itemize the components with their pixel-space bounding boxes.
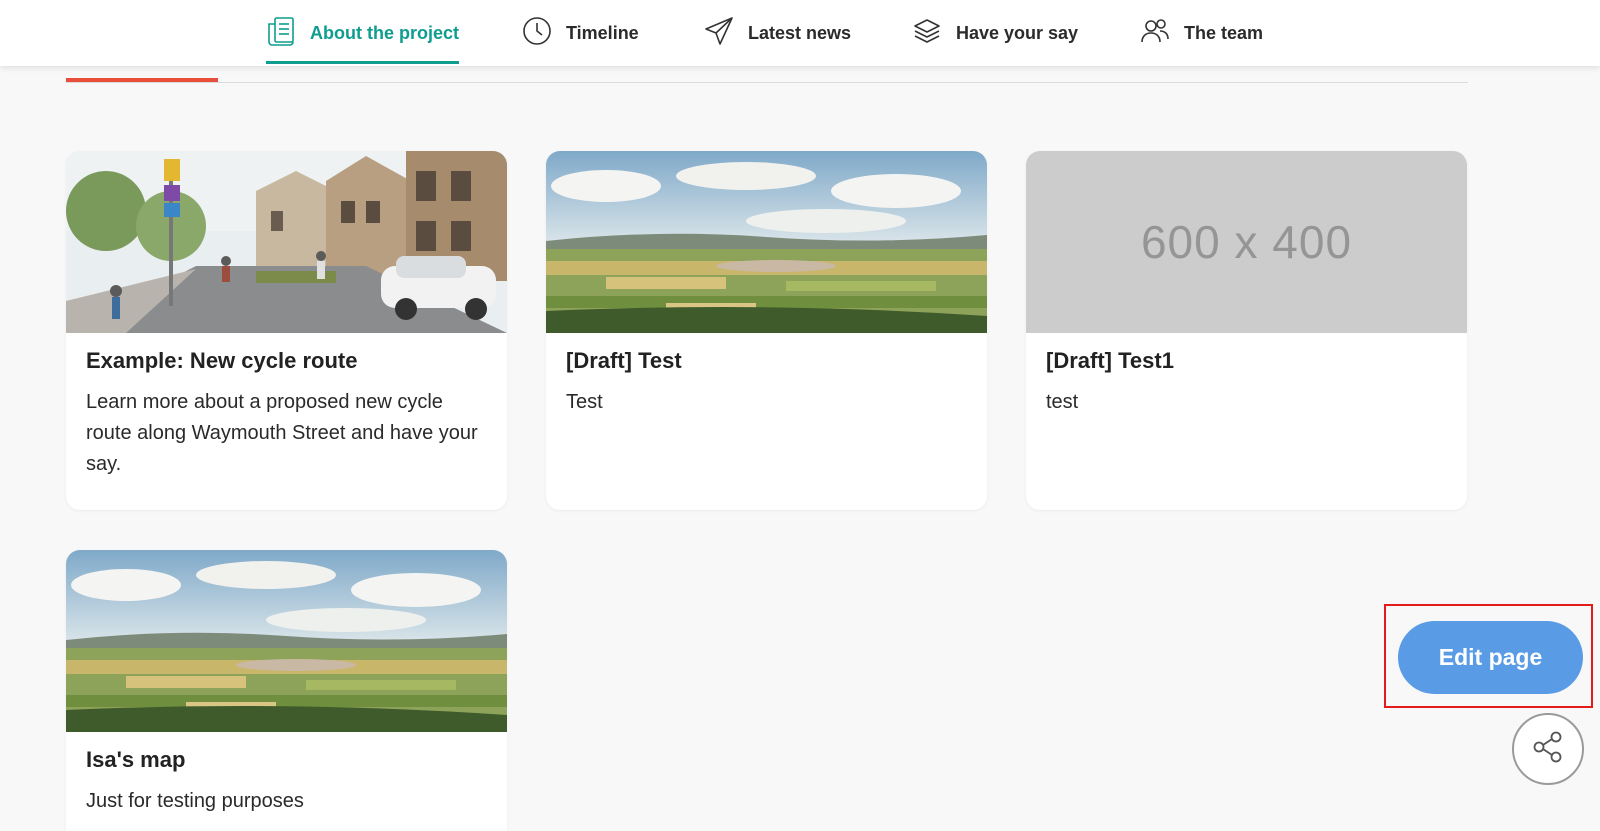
paper-plane-icon — [704, 16, 734, 51]
share-button[interactable] — [1512, 713, 1584, 785]
nav-tab-label: The team — [1184, 22, 1264, 43]
nav-tab-timeline[interactable]: Timeline — [522, 0, 639, 66]
nav-tab-label: About the project — [310, 22, 459, 43]
nav-tab-the-team[interactable]: The team — [1140, 0, 1263, 66]
subtab-active-indicator[interactable] — [66, 78, 218, 82]
landscape-fields-image — [546, 151, 987, 333]
card-description: test — [1046, 391, 1079, 413]
share-icon — [1531, 730, 1565, 769]
street-cycle-route-image — [66, 151, 507, 333]
top-navigation: About the project Timeline Latest news H… — [0, 0, 1600, 66]
project-card-isas-map[interactable]: Isa's map Just for testing purposes — [66, 550, 507, 831]
project-card-cycle-route[interactable]: Example: New cycle route Learn more abou… — [66, 151, 507, 510]
card-description: Learn more about a proposed new cycle ro… — [86, 391, 478, 475]
card-description: Just for testing purposes — [86, 790, 304, 812]
nav-tab-label: Timeline — [566, 22, 639, 43]
card-description: Test — [566, 391, 603, 413]
nav-tab-label: Have your say — [956, 22, 1079, 43]
project-card-draft-test1[interactable]: 600 x 400 [Draft] Test1 test — [1026, 151, 1467, 510]
edit-page-button[interactable]: Edit page — [1398, 621, 1583, 694]
document-icon — [266, 16, 296, 51]
subtab-divider — [66, 82, 1468, 83]
layers-icon — [912, 16, 942, 51]
people-icon — [1140, 16, 1170, 51]
placeholder-text: 600 x 400 — [1026, 151, 1467, 333]
card-title: [Draft] Test — [566, 348, 682, 373]
project-card-draft-test[interactable]: [Draft] Test Test — [546, 151, 987, 510]
nav-tab-about-the-project[interactable]: About the project — [266, 0, 459, 66]
nav-tab-latest-news[interactable]: Latest news — [704, 0, 851, 66]
placeholder-image: 600 x 400 — [1026, 151, 1467, 333]
card-title: Example: New cycle route — [86, 348, 358, 373]
nav-tab-have-your-say[interactable]: Have your say — [912, 0, 1078, 66]
clock-icon — [522, 16, 552, 51]
landscape-fields-image — [66, 550, 507, 732]
card-title: Isa's map — [86, 747, 186, 772]
nav-tab-label: Latest news — [748, 22, 852, 43]
card-title: [Draft] Test1 — [1046, 348, 1174, 373]
